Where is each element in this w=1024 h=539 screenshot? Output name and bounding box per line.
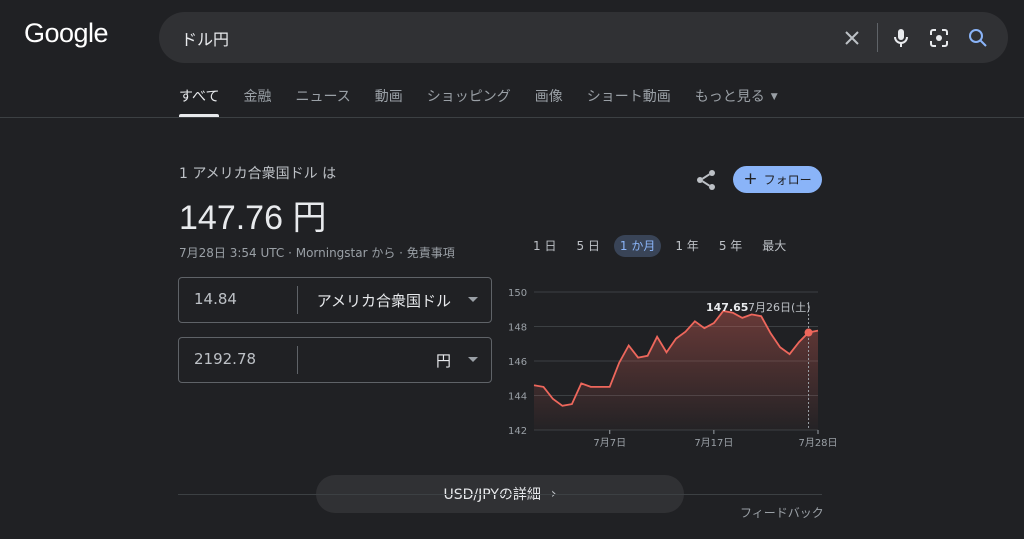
tabs-divider [0, 117, 1024, 118]
tab-all[interactable]: すべて [179, 86, 220, 117]
tab-more-label: もっと見る [694, 89, 765, 105]
conversion-subtitle: 1 アメリカ合衆国ドル は [179, 166, 337, 182]
search-bar[interactable]: ドル円 [159, 12, 1008, 63]
tab-more[interactable]: もっと見る ▼ [695, 86, 778, 117]
range-1-month[interactable]: 1 か月 [613, 235, 662, 257]
share-icon[interactable] [694, 168, 718, 192]
range-1-day[interactable]: 1 日 [527, 235, 562, 257]
range-1-year[interactable]: 1 年 [669, 235, 704, 257]
to-currency-field[interactable]: 2192.78 円 [178, 337, 492, 383]
tab-videos[interactable]: 動画 [375, 86, 403, 117]
tab-images[interactable]: 画像 [535, 86, 563, 117]
follow-button[interactable]: + フォロー [733, 166, 822, 193]
tooltip-date: 7月26日(土) [748, 301, 811, 314]
from-currency-select[interactable]: アメリカ合衆国ドル [317, 290, 451, 311]
to-currency-select[interactable]: 円 [436, 350, 451, 371]
field-divider [297, 286, 298, 314]
tab-shopping[interactable]: ショッピング [427, 86, 511, 117]
exchange-rate: 147.76 円 [179, 199, 327, 237]
x-tick-label: 7月17日 [694, 437, 733, 449]
feedback-link[interactable]: フィードバック [740, 504, 824, 521]
google-logo[interactable]: Google [24, 18, 109, 49]
search-icon[interactable] [966, 26, 990, 50]
feedback-divider [178, 494, 822, 495]
range-max[interactable]: 最大 [756, 235, 792, 257]
hover-point [804, 328, 813, 337]
y-tick-label: 146 [508, 357, 527, 368]
field-divider [297, 346, 298, 374]
follow-label: フォロー [763, 173, 812, 187]
search-input[interactable]: ドル円 [181, 26, 229, 50]
search-tabs: すべて 金融 ニュース 動画 ショッピング 画像 ショート動画 もっと見る ▼ [179, 86, 802, 117]
search-divider [877, 23, 878, 52]
y-tick-label: 144 [508, 392, 527, 403]
rate-metadata: 7月28日 3:54 UTC · Morningstar から · 免責事項 [179, 246, 455, 260]
y-tick-label: 142 [508, 426, 527, 437]
dropdown-arrow-icon[interactable] [468, 357, 478, 362]
camera-search-icon[interactable] [927, 26, 951, 50]
microphone-icon[interactable] [889, 26, 913, 50]
clear-icon[interactable] [840, 26, 864, 50]
to-amount-input[interactable]: 2192.78 [194, 350, 256, 368]
plus-icon: + [743, 169, 758, 189]
tooltip-value: 147.65 [706, 301, 748, 314]
tab-finance[interactable]: 金融 [243, 86, 271, 117]
y-tick-label: 150 [508, 288, 527, 299]
caret-down-icon: ▼ [770, 92, 778, 102]
range-5-day[interactable]: 5 日 [570, 235, 605, 257]
tab-news[interactable]: ニュース [295, 86, 350, 117]
area-fill [534, 311, 818, 430]
chart-range-selector: 1 日 5 日 1 か月 1 年 5 年 最大 [527, 235, 800, 259]
y-tick-label: 148 [508, 323, 527, 334]
x-tick-label: 7月7日 [593, 437, 626, 449]
from-amount-input[interactable]: 14.84 [194, 290, 237, 308]
tab-short-videos[interactable]: ショート動画 [587, 86, 671, 117]
from-currency-field[interactable]: 14.84 アメリカ合衆国ドル [178, 277, 492, 323]
exchange-rate-chart[interactable]: 150 148 146 144 142 7月7日 7月17日 7月28日 147.65 7月26日… [500, 280, 840, 455]
range-5-year[interactable]: 5 年 [713, 235, 748, 257]
x-tick-label: 7月28日 [798, 437, 837, 449]
dropdown-arrow-icon[interactable] [468, 297, 478, 302]
